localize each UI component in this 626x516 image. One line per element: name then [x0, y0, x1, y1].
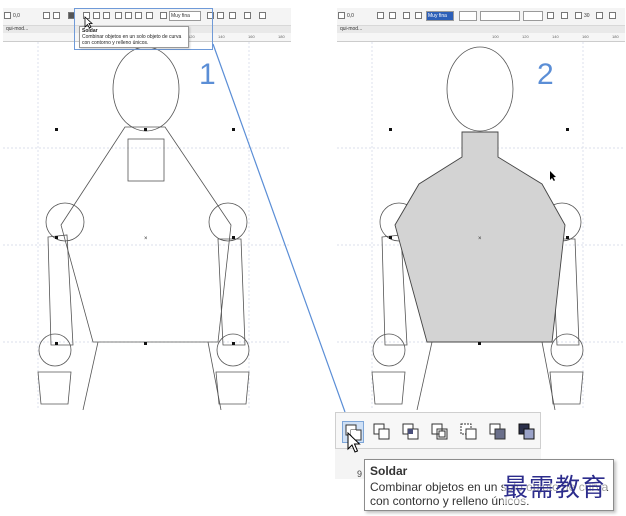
intersect-icon[interactable] [400, 421, 422, 443]
ruler-label: 100 [492, 34, 499, 39]
convert-to-curves-icon[interactable] [244, 12, 251, 19]
smoothing-icon[interactable] [575, 12, 582, 19]
step-number: 2 [537, 58, 554, 91]
angle-icon[interactable] [4, 12, 11, 19]
to-back-icon[interactable] [217, 12, 224, 19]
end-arrow-dropdown[interactable] [523, 11, 543, 21]
line-style-dropdown[interactable] [480, 11, 520, 21]
angle-icon[interactable] [338, 12, 345, 19]
ruler-label: 160 [582, 34, 589, 39]
property-bar: 0,0 Muy fina 30 [337, 8, 625, 26]
zoomed-shaping-toolbar [335, 412, 541, 449]
align-icon[interactable] [229, 12, 236, 19]
svg-text:×: × [144, 236, 148, 242]
ruler-label: 140 [218, 34, 225, 39]
panel-after: 0,0 Muy fina 30 qui-mod... 100 120 140 1… [337, 0, 625, 410]
mirror-vertical-icon[interactable] [389, 12, 396, 19]
mouse-cursor-icon [347, 432, 361, 453]
back-minus-front-icon[interactable] [487, 421, 509, 443]
text-wrap-icon[interactable] [561, 12, 568, 19]
mouse-cursor-icon [84, 16, 93, 29]
start-arrow-dropdown[interactable] [459, 11, 477, 21]
outline-width-dropdown[interactable]: Muy fina [426, 11, 454, 21]
smoothing-value[interactable]: 30 [584, 11, 590, 21]
document-tab-label: qui-mod... [340, 26, 363, 32]
rotation-value[interactable]: 0,0 [347, 11, 354, 21]
arrow-right-icon[interactable] [609, 12, 616, 19]
panel-before: 0,0 Muy fina qui-mod... 100 120 140 160 … [3, 0, 291, 410]
arrow-left-icon[interactable] [596, 12, 603, 19]
svg-text:×: × [478, 236, 482, 242]
step-number: 1 [199, 58, 216, 91]
weld-tooltip-small: Soldar Combinar objetos en un solo objet… [79, 26, 189, 48]
mirror-vertical-icon[interactable] [53, 12, 60, 19]
watermark-logo: 最需教育 [503, 468, 608, 504]
drawing-canvas[interactable]: × [3, 42, 291, 410]
rotation-value[interactable]: 0,0 [13, 11, 20, 21]
simplify-icon[interactable] [429, 421, 451, 443]
settings-icon[interactable] [259, 12, 266, 19]
document-tab[interactable]: qui-mod... [337, 26, 625, 33]
horizontal-ruler: 100 120 140 160 180 [337, 33, 625, 42]
front-minus-back-icon[interactable] [458, 421, 480, 443]
mannequin-outline[interactable] [37, 46, 250, 410]
drawing-canvas[interactable]: × [337, 42, 625, 410]
ruler-label: 180 [278, 34, 285, 39]
boundary-icon[interactable] [516, 421, 538, 443]
close-curve-icon[interactable] [547, 12, 554, 19]
wrap-icon[interactable] [403, 12, 410, 19]
trim-icon[interactable] [371, 421, 393, 443]
mirror-icon[interactable] [43, 12, 50, 19]
ruler-label: 140 [552, 34, 559, 39]
tooltip-line: con contorno y relleno únicos. [82, 40, 149, 46]
mouse-cursor-icon [550, 171, 556, 181]
ruler-label: 160 [248, 34, 255, 39]
ruler-label: 9 [357, 469, 363, 479]
ruler-label: 120 [522, 34, 529, 39]
ruler-label: 180 [612, 34, 619, 39]
document-tab-label: qui-mod... [6, 26, 29, 32]
mirror-icon[interactable] [377, 12, 384, 19]
outline-pen-icon[interactable] [415, 12, 422, 19]
